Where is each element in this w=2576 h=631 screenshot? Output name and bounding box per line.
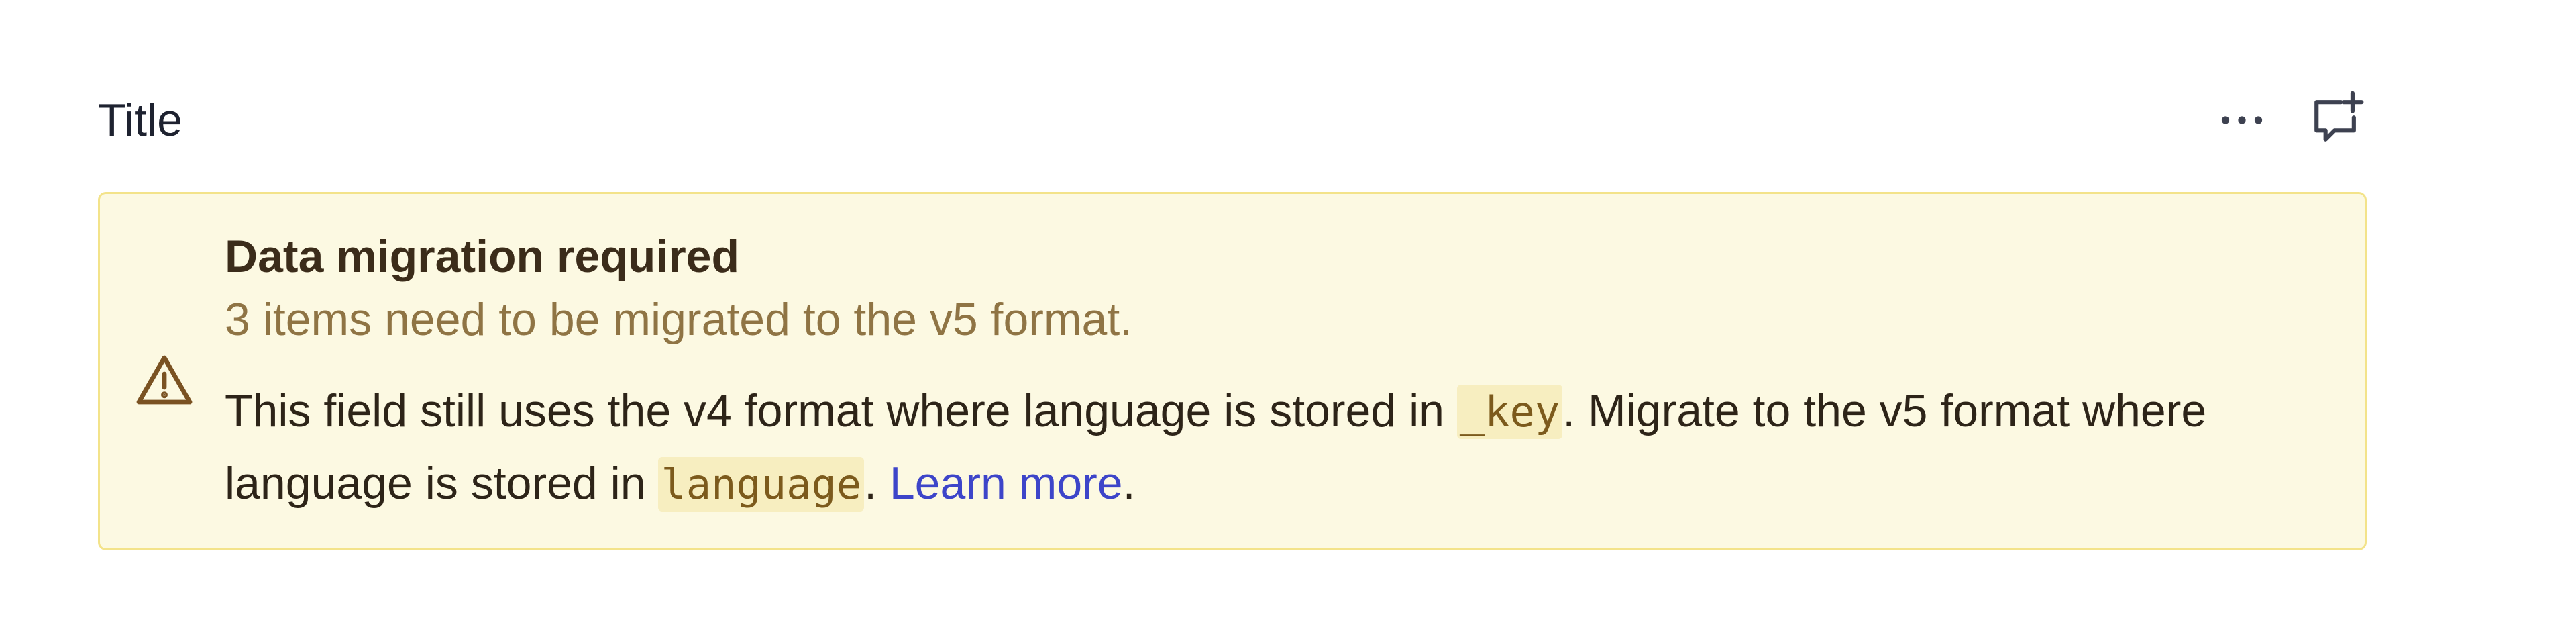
comment-add-icon [2314, 91, 2364, 142]
description-text: . [1122, 458, 1136, 509]
code-key: _key [1456, 385, 1563, 439]
callout-description: This field still uses the v4 format wher… [225, 375, 2251, 520]
description-text: . [864, 458, 890, 509]
description-text: This field still uses the v4 format wher… [225, 385, 1457, 436]
field-header: Title [98, 74, 2367, 154]
callout-title: Data migration required [225, 231, 740, 282]
more-horizontal-icon [2221, 116, 2263, 124]
callout-body: Data migration required 3 items need to … [225, 228, 2251, 520]
learn-more-link[interactable]: Learn more [890, 458, 1123, 509]
warning-triangle-icon [136, 355, 193, 405]
field-title: Title [98, 95, 182, 146]
callout-subtitle: 3 items need to be migrated to the v5 fo… [225, 294, 1133, 345]
migration-warning-callout: Data migration required 3 items need to … [98, 192, 2367, 550]
more-options-button[interactable] [2211, 89, 2273, 151]
code-language: language [658, 457, 865, 512]
title-field: Title Data migration required 3 items ne… [98, 74, 2367, 550]
field-actions [2211, 83, 2367, 157]
add-comment-button[interactable] [2305, 89, 2367, 151]
